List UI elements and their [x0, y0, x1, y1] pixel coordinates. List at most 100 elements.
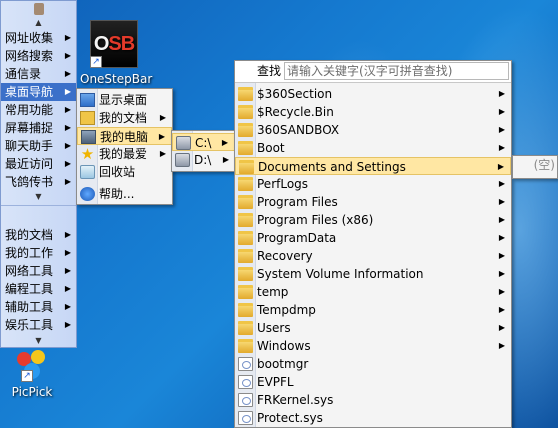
- folder-item[interactable]: Boot ▶: [235, 139, 511, 157]
- drive-label: D:\: [194, 153, 212, 167]
- scroll-up-icon[interactable]: ▲: [1, 17, 76, 29]
- launcher-item-label: 娱乐工具: [5, 318, 54, 332]
- launcher-item[interactable]: 娱乐工具 ▶: [1, 316, 76, 334]
- recycle-bin-icon: [80, 165, 95, 179]
- picpick-logo-icon: ↗: [15, 348, 49, 382]
- folder-item[interactable]: Windows ▶: [235, 337, 511, 355]
- chevron-right-icon: ▶: [159, 149, 166, 158]
- folder-icon: [238, 339, 253, 353]
- item-label: $Recycle.Bin: [257, 105, 334, 119]
- scroll-down-icon[interactable]: ▼: [1, 191, 76, 203]
- launcher-item[interactable]: 编程工具 ▶: [1, 280, 76, 298]
- nav-menu-item[interactable]: 显示桌面: [77, 91, 172, 109]
- launcher-item[interactable]: 网络搜索 ▶: [1, 47, 76, 65]
- onestepbar-desktop-icon[interactable]: O SB ↗ OneStepBar: [80, 20, 153, 86]
- nav-menu-label: 我的文档: [99, 111, 148, 125]
- onestepbar-label: OneStepBar: [80, 72, 153, 86]
- folder-icon: [238, 303, 253, 317]
- chevron-right-icon: ▶: [498, 143, 505, 152]
- launcher-item[interactable]: 屏幕捕捉 ▶: [1, 119, 76, 137]
- chevron-right-icon: ▶: [498, 107, 505, 116]
- drive-icon: [176, 136, 191, 150]
- launcher-item[interactable]: 最近访问 ▶: [1, 155, 76, 173]
- launcher-item[interactable]: 聊天助手 ▶: [1, 137, 76, 155]
- chevron-right-icon: ▶: [498, 215, 505, 224]
- item-label: Users: [257, 321, 291, 335]
- launcher-item-label: 屏幕捕捉: [5, 121, 54, 135]
- chevron-right-icon: ▶: [64, 105, 71, 114]
- folder-icon: [238, 195, 253, 209]
- file-item[interactable]: bootmgr: [235, 355, 511, 373]
- nav-menu-label: 回收站: [99, 165, 136, 179]
- launcher-divider: [1, 205, 76, 206]
- drive-item[interactable]: D:\ ▶: [172, 151, 235, 169]
- folder-item[interactable]: Program Files (x86) ▶: [235, 211, 511, 229]
- launcher-item[interactable]: 飞鸽传书 ▶: [1, 173, 76, 191]
- desktop-nav-menu: 显示桌面 我的文档 ▶ 我的电脑 ▶ ★ 我的最爱 ▶ 回收站 帮助...: [76, 88, 173, 205]
- launcher-item[interactable]: 我的文档 ▶: [1, 226, 76, 244]
- chevron-right-icon: ▶: [497, 162, 504, 171]
- folder-item[interactable]: 360SANDBOX ▶: [235, 121, 511, 139]
- launcher-item[interactable]: 我的工作 ▶: [1, 244, 76, 262]
- folder-item[interactable]: Documents and Settings ▶: [235, 157, 511, 175]
- item-label: Tempdmp: [257, 303, 316, 317]
- drive-item[interactable]: C:\ ▶: [172, 133, 235, 151]
- file-item[interactable]: Protect.sys: [235, 409, 511, 427]
- folder-item[interactable]: $Recycle.Bin ▶: [235, 103, 511, 121]
- file-item[interactable]: FRKernel.sys: [235, 391, 511, 409]
- picpick-desktop-icon[interactable]: ↗ PicPick: [2, 348, 62, 399]
- folder-item[interactable]: temp ▶: [235, 283, 511, 301]
- item-label: bootmgr: [257, 357, 309, 371]
- folder-item[interactable]: $360Section ▶: [235, 85, 511, 103]
- nav-menu-item[interactable]: 帮助...: [77, 185, 172, 203]
- chevron-right-icon: ▶: [221, 138, 228, 147]
- documents-icon: [80, 111, 95, 125]
- item-label: EVPFL: [257, 375, 294, 389]
- nav-menu-item[interactable]: 回收站: [77, 163, 172, 181]
- folder-item[interactable]: Program Files ▶: [235, 193, 511, 211]
- folder-item[interactable]: Tempdmp ▶: [235, 301, 511, 319]
- item-label: Program Files (x86): [257, 213, 374, 227]
- folder-icon: [238, 177, 253, 191]
- folder-item[interactable]: Users ▶: [235, 319, 511, 337]
- nav-menu-item[interactable]: ★ 我的最爱 ▶: [77, 145, 172, 163]
- chevron-right-icon: ▶: [64, 302, 71, 311]
- folder-item[interactable]: System Volume Information ▶: [235, 265, 511, 283]
- chevron-right-icon: ▶: [64, 87, 71, 96]
- folder-item[interactable]: Recovery ▶: [235, 247, 511, 265]
- launcher-item[interactable]: 通信录 ▶: [1, 65, 76, 83]
- search-label: 查找: [257, 64, 282, 78]
- nav-menu-item[interactable]: 我的文档 ▶: [77, 109, 172, 127]
- launcher-item[interactable]: 常用功能 ▶: [1, 101, 76, 119]
- chevron-right-icon: ▶: [498, 251, 505, 260]
- launcher-item[interactable]: 网址收集 ▶: [1, 29, 76, 47]
- file-item[interactable]: EVPFL: [235, 373, 511, 391]
- nav-menu-label: 我的最爱: [99, 147, 148, 161]
- chevron-right-icon: ▶: [498, 305, 505, 314]
- nav-menu-label: 我的电脑: [100, 130, 149, 144]
- help-icon: [80, 187, 95, 201]
- search-input[interactable]: 请输入关键字(汉字可拼音查找): [284, 62, 509, 80]
- launcher-handle-icon: [33, 3, 44, 15]
- launcher-item[interactable]: 网络工具 ▶: [1, 262, 76, 280]
- folder-item[interactable]: ProgramData ▶: [235, 229, 511, 247]
- folder-icon: [238, 267, 253, 281]
- file-icon: [238, 375, 253, 389]
- launcher-item-label: 网络工具: [5, 264, 54, 278]
- chevron-right-icon: ▶: [498, 179, 505, 188]
- chevron-right-icon: ▶: [64, 123, 71, 132]
- launcher-item[interactable]: 辅助工具 ▶: [1, 298, 76, 316]
- desktop-icon: [80, 93, 95, 107]
- launcher-item-label: 常用功能: [5, 103, 54, 117]
- folder-icon: [238, 105, 253, 119]
- item-label: Program Files: [257, 195, 338, 209]
- folder-item[interactable]: PerfLogs ▶: [235, 175, 511, 193]
- shortcut-arrow-icon: ↗: [21, 370, 33, 382]
- scroll-down-bottom-icon[interactable]: ▼: [1, 335, 76, 347]
- picpick-label: PicPick: [11, 385, 53, 399]
- nav-menu-item[interactable]: 我的电脑 ▶: [77, 127, 172, 145]
- launcher-item[interactable]: 桌面导航 ▶: [1, 83, 76, 101]
- item-label: Protect.sys: [257, 411, 323, 425]
- launcher-grip[interactable]: [1, 1, 76, 17]
- file-icon: [238, 393, 253, 407]
